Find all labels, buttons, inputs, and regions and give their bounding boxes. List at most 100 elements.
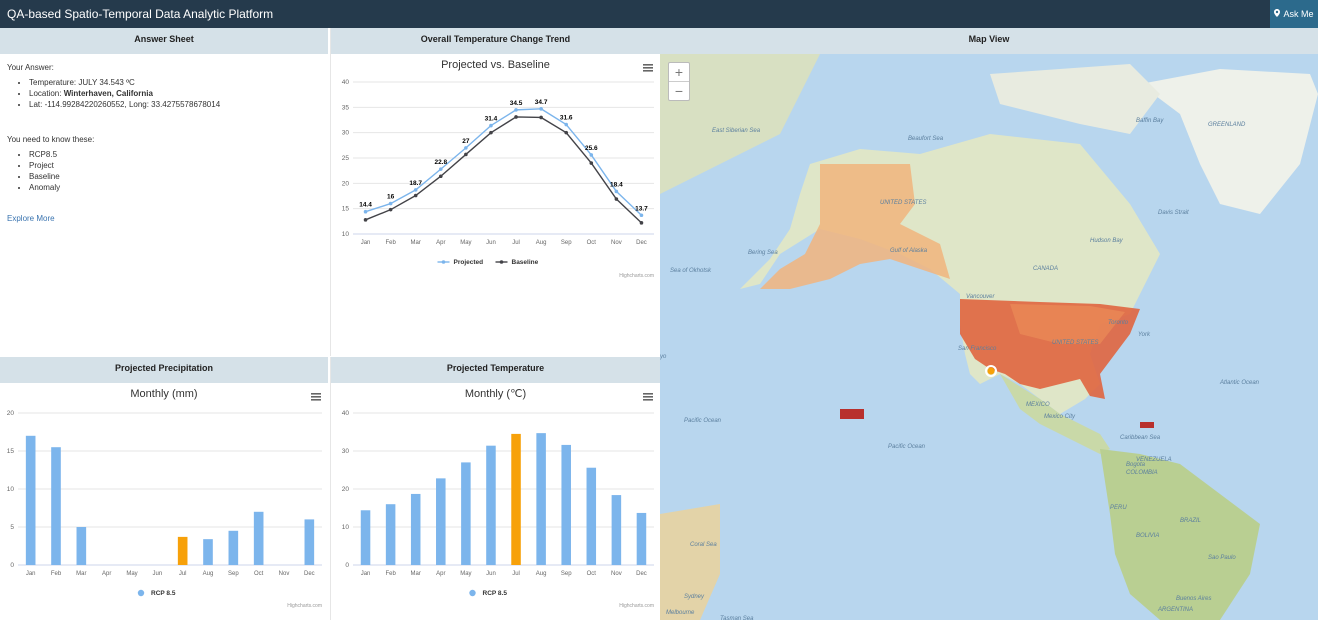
trend-chart: Projected vs. Baseline 10 15 20 25 30 35 40 Jan F…	[342, 59, 654, 279]
data-point[interactable]	[614, 189, 619, 194]
data-point[interactable]	[564, 130, 569, 135]
ask-me-button[interactable]: Ask Me	[1270, 0, 1318, 28]
data-point[interactable]	[564, 122, 569, 127]
data-point[interactable]	[539, 107, 543, 111]
answer-latlong: Lat: -114.99284220260552, Long: 33.42755…	[29, 99, 321, 110]
data-point[interactable]	[489, 123, 493, 128]
menu-icon-line	[643, 64, 653, 66]
data-label: 31.4	[485, 116, 498, 123]
data-point[interactable]	[514, 108, 518, 112]
bar[interactable]	[410, 493, 421, 565]
bar[interactable]	[25, 435, 36, 565]
data-point[interactable]	[388, 201, 393, 206]
x-tick-label: Jan	[361, 240, 371, 246]
terms-list: RCP8.5 Project Baseline Anomaly	[7, 149, 321, 193]
term-item: Anomaly	[29, 182, 321, 193]
zoom-out-button[interactable]: −	[669, 82, 689, 100]
term-item: RCP8.5	[29, 149, 321, 160]
menu-icon[interactable]	[643, 393, 653, 401]
bar[interactable]	[586, 467, 597, 565]
map-label: CANADA	[1033, 266, 1058, 272]
legend-item[interactable]: Projected	[437, 259, 484, 266]
menu-icon[interactable]	[311, 393, 321, 401]
x-tick-label: Aug	[536, 240, 547, 246]
bar[interactable]	[228, 530, 239, 565]
x-tick-label: Sep	[228, 571, 239, 577]
x-tick-label: Jan	[26, 571, 36, 577]
map-label: UNITED STATES	[1052, 340, 1098, 346]
y-tick-label: 20	[7, 410, 15, 417]
explore-more-link[interactable]: Explore More	[7, 213, 321, 224]
bar[interactable]	[76, 527, 87, 565]
x-tick-label: Jul	[179, 571, 187, 577]
bar[interactable]	[253, 511, 264, 565]
term-item: Baseline	[29, 171, 321, 182]
data-point[interactable]	[413, 193, 418, 198]
data-point[interactable]	[514, 115, 518, 119]
world-map[interactable]: East Siberian Sea Beaufort Sea Baffin Bay G…	[660, 54, 1318, 620]
legend-item[interactable]: RCP 8.5	[469, 589, 508, 597]
data-point[interactable]	[413, 188, 418, 192]
map-label: York	[1138, 332, 1151, 338]
bar[interactable]	[203, 539, 213, 565]
y-tick-label: 30	[342, 130, 350, 137]
data-label: 14.4	[359, 202, 372, 209]
data-label: 31.6	[560, 115, 573, 122]
legend-label: RCP 8.5	[483, 590, 508, 597]
bar[interactable]	[461, 462, 471, 565]
menu-icon-line	[643, 67, 653, 69]
data-point[interactable]	[388, 207, 393, 212]
data-point[interactable]	[589, 153, 594, 157]
bar[interactable]	[385, 504, 396, 565]
x-tick-label: Mar	[76, 571, 86, 577]
legend-item[interactable]: Baseline	[495, 259, 539, 266]
data-point[interactable]	[639, 213, 644, 218]
data-point[interactable]	[438, 167, 443, 171]
map-heading: Map View	[660, 28, 1318, 54]
data-point[interactable]	[438, 174, 443, 179]
y-tick-label: 40	[342, 79, 350, 86]
bar[interactable]	[436, 478, 446, 565]
temperature-prefix: Temperature:	[29, 78, 79, 87]
x-tick-label: Dec	[304, 571, 315, 577]
data-point[interactable]	[363, 218, 368, 222]
bar[interactable]	[636, 512, 647, 565]
bar[interactable]	[561, 444, 571, 565]
map-label: Atlantic Ocean	[1219, 380, 1260, 386]
map-label: Buenos Aires	[1176, 596, 1211, 602]
bar[interactable]	[536, 433, 546, 565]
location-marker-dot	[987, 367, 995, 375]
bar[interactable]	[611, 495, 622, 565]
menu-icon[interactable]	[643, 64, 653, 72]
bar[interactable]	[304, 519, 315, 565]
data-point[interactable]	[589, 161, 594, 165]
map-label: Bogota	[1126, 462, 1146, 468]
data-label: 16	[387, 194, 395, 201]
data-point[interactable]	[363, 209, 368, 214]
map-label: Toronto	[1108, 320, 1129, 326]
highcharts-credit: Highcharts.com	[619, 273, 654, 279]
data-point[interactable]	[639, 221, 644, 225]
bar[interactable]	[486, 445, 496, 565]
x-tick-label: Oct	[254, 571, 264, 577]
data-point[interactable]	[614, 197, 619, 201]
highcharts-credit: Highcharts.com	[619, 603, 654, 609]
x-tick-label: Mar	[411, 240, 421, 246]
zoom-in-button[interactable]: +	[669, 63, 689, 82]
map-view[interactable]: East Siberian Sea Beaufort Sea Baffin Bay G…	[660, 54, 1318, 620]
location-prefix: Location:	[29, 89, 64, 98]
map-label: Coral Sea	[690, 542, 717, 548]
bar[interactable]	[177, 536, 188, 565]
legend-item[interactable]: RCP 8.5	[137, 589, 176, 597]
data-point[interactable]	[464, 152, 468, 157]
data-point[interactable]	[539, 115, 543, 120]
bar[interactable]	[360, 510, 371, 565]
answer-temperature: Temperature: JULY 34.543 ºC	[29, 77, 321, 88]
data-point[interactable]	[489, 130, 493, 135]
data-point[interactable]	[464, 146, 468, 150]
menu-icon-line	[311, 396, 321, 398]
map-label: Tasman Sea	[720, 616, 754, 620]
bar[interactable]	[511, 433, 521, 565]
bar[interactable]	[51, 447, 61, 565]
precipitation-chart: Monthly (mm) 0 5 10 15 20 Jan Feb Mar Apr May Jun Ju…	[7, 388, 322, 609]
